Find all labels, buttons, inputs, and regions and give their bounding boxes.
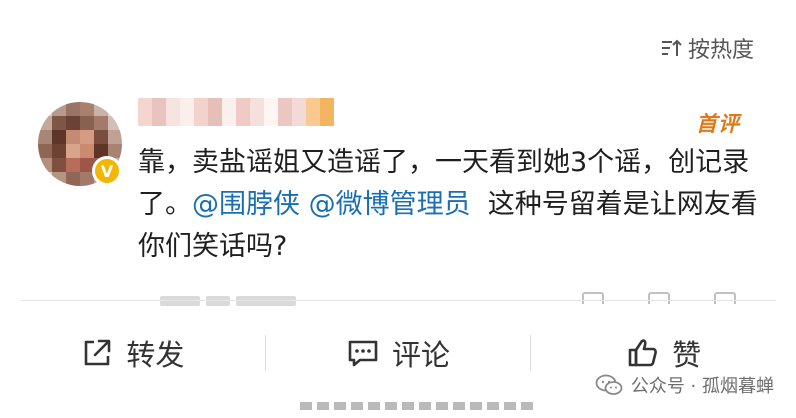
share-icon <box>85 339 111 366</box>
bottom-cutoff-text <box>300 402 533 410</box>
comment-button[interactable]: 评论 <box>266 332 531 374</box>
mention-weibo-xia[interactable]: @围脖侠 <box>192 189 300 220</box>
repost-button[interactable]: 转发 <box>0 332 265 374</box>
mini-like-icon <box>714 292 736 304</box>
repost-label: 转发 <box>126 338 185 372</box>
mini-share-icon <box>582 292 604 304</box>
comment-mini-actions <box>582 292 736 304</box>
username-blurred[interactable] <box>138 98 334 126</box>
sort-by-hot-button[interactable]: 按热度 <box>660 32 754 64</box>
mention-weibo-admin[interactable]: @微博管理员 <box>309 189 471 220</box>
comment-screen: 按热度 V 首评 靠，卖盐谣姐又造谣了，一天看到她3个谣，创记录了。@围脖侠 @… <box>0 0 796 418</box>
comment-text: 靠，卖盐谣姐又造谣了，一天看到她3个谣，创记录了。@围脖侠 @微博管理员 这种号… <box>138 142 768 268</box>
sort-icon <box>661 39 682 56</box>
sort-label: 按热度 <box>687 38 754 63</box>
watermark-text: 公众号 · 孤烟暮蝉 <box>630 376 774 397</box>
watermark: 公众号 · 孤烟暮蝉 <box>595 372 774 398</box>
mini-comment-icon <box>648 292 670 304</box>
comment-label: 评论 <box>392 338 451 372</box>
comment-meta-blurred <box>160 296 296 306</box>
first-comment-badge: 首评 <box>696 112 740 136</box>
divider <box>20 300 776 301</box>
like-label: 赞 <box>672 338 702 372</box>
comment-icon <box>348 340 378 367</box>
wechat-icon <box>595 374 623 395</box>
like-button[interactable]: 赞 <box>531 332 796 374</box>
thumbs-up-icon <box>628 339 658 367</box>
verified-badge: V <box>92 156 122 186</box>
